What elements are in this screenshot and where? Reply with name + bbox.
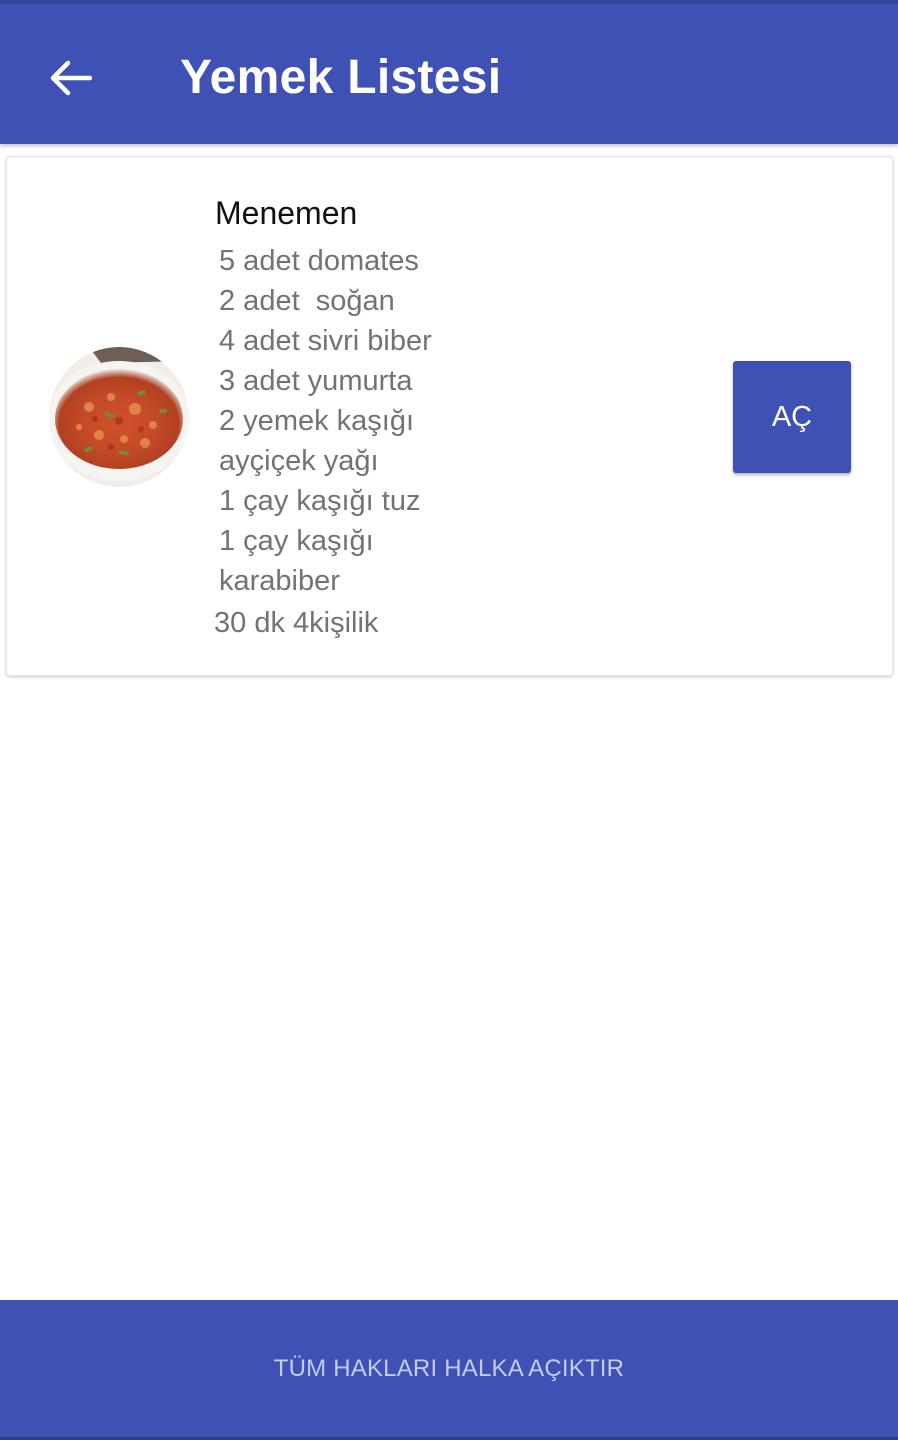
list-item: 5 adet domates [219, 245, 419, 277]
footer-text: TÜM HAKLARI HALKA AÇIKTIR [273, 1354, 625, 1382]
recipe-title: Menemen [215, 195, 358, 231]
list-item: 2 yemek kaşığı [219, 405, 415, 437]
list-item: 4 adet sivri biber [219, 325, 432, 357]
list-item: 1 çay kaşığı tuz [219, 485, 421, 517]
open-recipe-button[interactable]: AÇ [733, 361, 851, 473]
list-item: 3 adet yumurta [219, 365, 413, 397]
list-item: 1 çay kaşığı [219, 525, 374, 557]
page-title: Yemek Listesi [180, 51, 502, 104]
footer: TÜM HAKLARI HALKA AÇIKTIR [0, 1300, 898, 1440]
list-item: 2 adet soğan [219, 285, 395, 317]
list-item: ayçiçek yağı [219, 445, 379, 477]
list-item: karabiber [219, 565, 340, 597]
recipe-meta: 30 dk 4kişilik [214, 607, 379, 639]
menemen-dish-photo [49, 347, 189, 487]
ingredient-list: 5 adet domates 2 adet soğan 4 adet sivri… [219, 241, 459, 601]
recipe-card: Menemen 5 adet domates 2 adet soğan 4 ad… [6, 156, 893, 676]
app-bar: Yemek Listesi [0, 0, 898, 144]
back-button[interactable] [40, 48, 100, 108]
arrow-left-icon [50, 60, 92, 96]
